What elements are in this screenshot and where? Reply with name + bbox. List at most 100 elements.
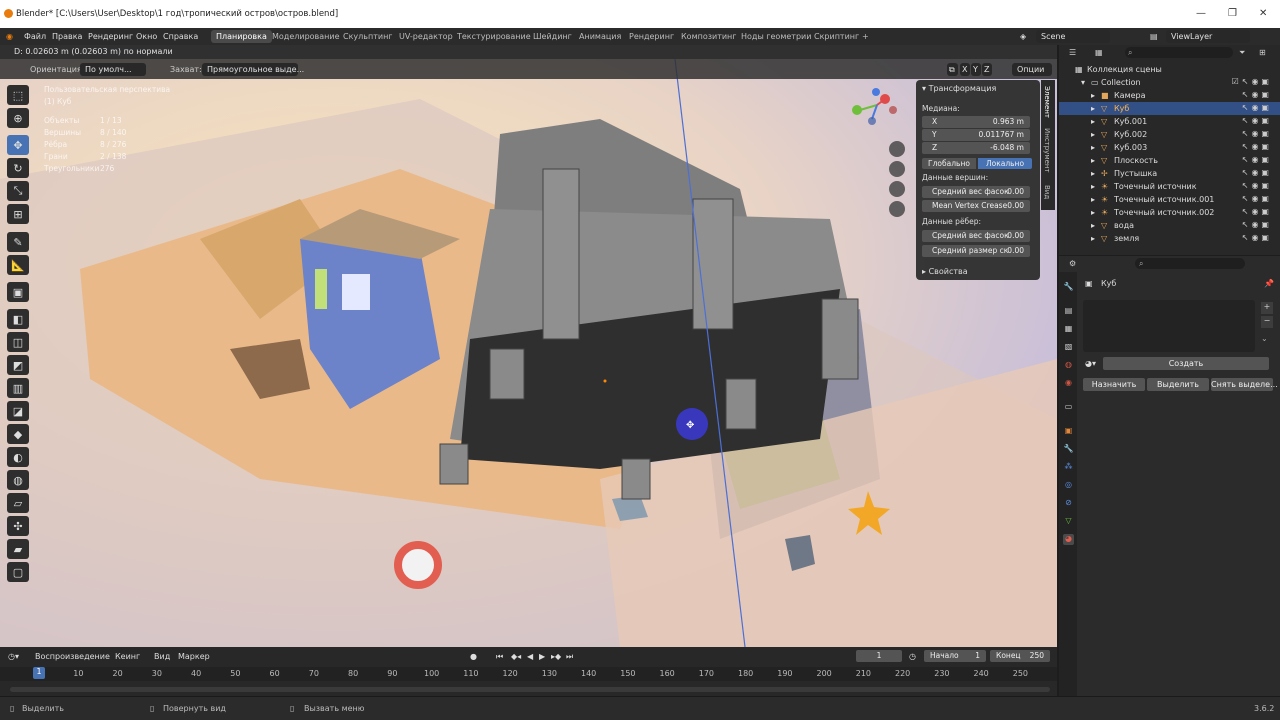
outliner-item-selected[interactable]: ▸ ▽ Куб ↖◉▣ <box>1059 102 1280 115</box>
material-slot-list[interactable] <box>1083 300 1255 352</box>
next-keyframe-icon[interactable]: ▸◆ <box>551 652 561 661</box>
outliner-scene-collection[interactable]: ▦ Коллекция сцены <box>1059 63 1280 76</box>
axis-x-toggle[interactable]: X <box>960 63 970 76</box>
orientation-dropdown[interactable]: По умолч... <box>80 63 146 76</box>
add-cube-tool-icon[interactable]: ▣ <box>7 282 29 302</box>
visibility-icons[interactable]: ↖◉▣ <box>1242 90 1272 99</box>
camera-view-icon[interactable] <box>889 181 905 197</box>
tab-shading[interactable]: Шейдинг <box>528 30 577 43</box>
jump-end-icon[interactable]: ⏭ <box>566 652 573 662</box>
outliner-item[interactable]: ▸ ☀ Точечный источник ↖◉▣ <box>1059 180 1280 193</box>
jump-start-icon[interactable]: ⏮ <box>496 652 503 662</box>
close-button[interactable]: ✕ <box>1259 8 1267 19</box>
outliner-editor-icon[interactable]: ☰ <box>1069 48 1076 57</box>
view-layer-selector[interactable]: ViewLayer <box>1166 30 1250 43</box>
visibility-icons[interactable]: ☑↖◉▣ <box>1232 77 1272 86</box>
move-tool-icon[interactable]: ✥ <box>7 135 29 155</box>
properties-search-input[interactable] <box>1135 258 1245 269</box>
pin-icon[interactable]: 📌 <box>1264 279 1274 288</box>
pan-view-icon[interactable] <box>889 161 905 177</box>
preview-range-clock-icon[interactable]: ◷ <box>909 652 916 661</box>
vertex-crease-field[interactable]: Mean Vertex Crease 0.00 <box>922 200 1030 212</box>
tab-sculpting[interactable]: Скульптинг <box>338 30 398 43</box>
visibility-icons[interactable]: ↖◉▣ <box>1242 194 1272 203</box>
select-box-tool-icon[interactable]: ⬚ <box>7 85 29 105</box>
visibility-icons[interactable]: ↖◉▣ <box>1242 129 1272 138</box>
output-tab-icon[interactable]: ▦ <box>1063 324 1074 335</box>
menu-help[interactable]: Справка <box>163 32 198 41</box>
timeline-editor-icon[interactable]: ◷▾ <box>8 652 19 661</box>
mirror-icon[interactable]: ⧉ <box>947 63 958 76</box>
options-dropdown[interactable]: Опции <box>1012 63 1052 76</box>
play-icon[interactable]: ▶ <box>539 652 545 661</box>
transform-tool-icon[interactable]: ⊞ <box>7 204 29 224</box>
marker-menu[interactable]: Маркер <box>178 652 210 661</box>
display-mode-icon[interactable]: ▦ <box>1095 48 1103 57</box>
cursor-tool-icon[interactable]: ⊕ <box>7 108 29 128</box>
tab-tool[interactable]: Инструмент <box>1043 128 1051 173</box>
outliner-collection[interactable]: ▾ ▭ Collection ☑↖◉▣ <box>1059 76 1280 89</box>
tab-animation[interactable]: Анимация <box>574 30 626 43</box>
tab-view[interactable]: Вид <box>1043 185 1051 199</box>
spin-tool-icon[interactable]: ◐ <box>7 447 29 467</box>
tab-scripting[interactable]: Скриптинг <box>809 30 864 43</box>
maximize-button[interactable]: ❐ <box>1228 8 1237 19</box>
local-toggle[interactable]: Локально <box>978 158 1032 169</box>
edge-slide-tool-icon[interactable]: ▱ <box>7 493 29 513</box>
playback-menu[interactable]: Воспроизведение <box>35 652 110 661</box>
outliner-item[interactable]: ▸ ▽ Плоскость ↖◉▣ <box>1059 154 1280 167</box>
properties-section-header[interactable]: ▸ Свойства <box>922 267 968 276</box>
material-tab-icon[interactable]: ◕ <box>1063 534 1074 545</box>
measure-tool-icon[interactable]: 📐 <box>7 255 29 275</box>
rip-region-tool-icon[interactable]: ▢ <box>7 562 29 582</box>
particles-tab-icon[interactable]: ⁂ <box>1063 462 1074 473</box>
visibility-icons[interactable]: ↖◉▣ <box>1242 116 1272 125</box>
material-browse-icon[interactable]: ◕▾ <box>1085 359 1096 368</box>
prev-keyframe-icon[interactable]: ◆◂ <box>511 652 521 661</box>
visibility-icons[interactable]: ↖◉▣ <box>1242 142 1272 151</box>
tab-layout[interactable]: Планировка <box>211 30 272 43</box>
play-reverse-icon[interactable]: ◀ <box>527 652 533 661</box>
timeline-scrollbar[interactable] <box>10 687 1050 692</box>
tab-rendering[interactable]: Рендеринг <box>624 30 679 43</box>
visibility-icons[interactable]: ↖◉▣ <box>1242 207 1272 216</box>
outliner-item[interactable]: ▸ ▽ вода ↖◉▣ <box>1059 219 1280 232</box>
scale-tool-icon[interactable]: ⤡ <box>7 181 29 201</box>
median-z-field[interactable]: Z -6.048 m <box>922 142 1030 154</box>
record-button-icon[interactable]: ● <box>470 652 477 661</box>
outliner-item[interactable]: ▸ ■ Камера ↖◉▣ <box>1059 89 1280 102</box>
global-toggle[interactable]: Глобально <box>922 158 976 169</box>
snap-dropdown[interactable]: Прямоугольное выде... <box>202 63 304 76</box>
tab-compositing[interactable]: Композитинг <box>676 30 741 43</box>
current-frame-field[interactable]: 1 <box>856 650 902 662</box>
shrink-fatten-tool-icon[interactable]: ✣ <box>7 516 29 536</box>
visibility-icons[interactable]: ↖◉▣ <box>1242 181 1272 190</box>
blender-menu-icon[interactable]: ◉ <box>6 32 13 41</box>
outliner-item[interactable]: ▸ ▽ Куб.001 ↖◉▣ <box>1059 115 1280 128</box>
knife-tool-icon[interactable]: ◪ <box>7 401 29 421</box>
loop-cut-tool-icon[interactable]: ▥ <box>7 378 29 398</box>
properties-editor-icon[interactable]: ⚙ <box>1069 259 1076 268</box>
scene-selector[interactable]: Scene <box>1036 30 1110 43</box>
outliner-item[interactable]: ▸ ✢ Пустышка ↖◉▣ <box>1059 167 1280 180</box>
ortho-toggle-icon[interactable] <box>889 201 905 217</box>
current-frame-indicator[interactable]: 1 <box>33 667 45 679</box>
menu-file[interactable]: Файл <box>24 32 46 41</box>
axis-y-toggle[interactable]: Y <box>971 63 981 76</box>
view-layer-tab-icon[interactable]: ▧ <box>1063 342 1074 353</box>
timeline-ruler[interactable]: 10 20 30 40 50 60 70 80 90 100 110 120 130 140 150 160 1… <box>0 667 1057 681</box>
visibility-icons[interactable]: ↖◉▣ <box>1242 155 1272 164</box>
minimize-button[interactable]: — <box>1196 8 1206 19</box>
collection-tab-icon[interactable]: ▭ <box>1063 402 1074 413</box>
outliner-search-input[interactable] <box>1125 47 1233 58</box>
edge-bevel-weight-field[interactable]: Средний вес фасок 0.00 <box>922 230 1030 242</box>
end-frame-field[interactable]: Конец 250 <box>990 650 1050 662</box>
transform-section-header[interactable]: ▾ Трансформация <box>922 84 996 93</box>
physics-tab-icon[interactable]: ◎ <box>1063 480 1074 491</box>
menu-window[interactable]: Окно <box>136 32 157 41</box>
create-material-button[interactable]: Создать <box>1103 357 1269 370</box>
render-tab-icon[interactable]: ▤ <box>1063 306 1074 317</box>
new-collection-icon[interactable]: ⊞ <box>1259 48 1266 57</box>
vertex-bevel-weight-field[interactable]: Средний вес фасок 0.00 <box>922 186 1030 198</box>
view-menu[interactable]: Вид <box>154 652 170 661</box>
